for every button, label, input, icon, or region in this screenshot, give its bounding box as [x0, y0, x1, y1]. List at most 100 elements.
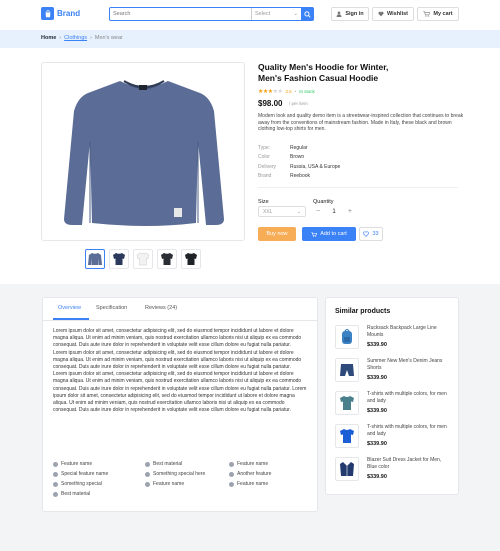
- hoodie-image: [64, 80, 224, 226]
- check-icon: [53, 481, 58, 487]
- product-main-image[interactable]: [41, 62, 245, 241]
- quantity-value[interactable]: 1: [332, 209, 335, 215]
- product-specs: Type: Regular Color Brown Delivery Russia, …: [258, 143, 340, 181]
- spec-key: Brand: [258, 173, 272, 180]
- chevron-down-icon: ⌄: [293, 11, 298, 17]
- thumbnail-shirt-image: [136, 252, 150, 266]
- size-value: XXL: [263, 208, 273, 215]
- add-to-cart-label: Add to cart: [320, 231, 347, 237]
- search-category-select[interactable]: Select ⌄: [251, 8, 301, 20]
- breadcrumb-home[interactable]: Home: [41, 35, 56, 41]
- thumbnail-shirt-image: [161, 253, 173, 265]
- product-thumbnail[interactable]: [109, 249, 129, 269]
- cart-button[interactable]: My cart: [417, 7, 459, 21]
- wishlist-add-button[interactable]: 33: [359, 227, 383, 241]
- plus-icon[interactable]: +: [348, 208, 352, 215]
- spec-key: Color: [258, 154, 270, 161]
- feature-label: Something special here: [153, 471, 206, 477]
- check-icon: [229, 481, 234, 487]
- size-select[interactable]: XXL ⌄: [258, 206, 306, 217]
- similar-product-price: $339.90: [367, 375, 387, 381]
- feature-label: Something special: [61, 481, 102, 487]
- check-icon: [53, 471, 58, 477]
- search-icon: [303, 10, 311, 18]
- product-description: Modern look and quality demo item is a s…: [258, 113, 464, 132]
- spec-row: Delivery Russia, USA & Europe: [258, 162, 340, 172]
- product-title: Quality Men's Hoodie for Winter, Men's F…: [258, 62, 418, 84]
- feature-item: Feature name: [229, 481, 268, 487]
- breadcrumb-current: Men's wear: [94, 35, 123, 41]
- spec-value: Russia, USA & Europe: [290, 163, 341, 170]
- brand-name: Brand: [57, 9, 81, 18]
- wishlist-button[interactable]: Wishlist: [372, 7, 414, 21]
- similar-product-price: $339.90: [367, 408, 387, 414]
- user-icon: [336, 11, 342, 17]
- overview-text: Lorem ipsum dolor sit amet, consectetur …: [53, 328, 309, 414]
- overview-paragraph: Lorem ipsum dolor sit amet, consectetur …: [53, 349, 302, 371]
- divider: [258, 187, 458, 188]
- similar-product-name: Blazer Suit Dress Jacket for Men, Blue c…: [367, 457, 442, 470]
- feature-label: Feature name: [153, 481, 185, 487]
- stock-status: In stock: [299, 89, 315, 94]
- add-to-cart-button[interactable]: Add to cart: [302, 227, 356, 241]
- thumbnail-shirt-image: [88, 253, 102, 265]
- minus-icon[interactable]: −: [316, 208, 320, 215]
- bag-icon: [41, 7, 54, 20]
- similar-product-item[interactable]: T-shirts with multiple colors, for men a…: [335, 424, 455, 454]
- feature-item: Feature name: [53, 461, 92, 467]
- price-unit: / per item: [289, 101, 308, 106]
- feature-item: Feature name: [229, 461, 268, 467]
- brand-logo[interactable]: Brand: [41, 7, 80, 20]
- spec-row: Color Brown: [258, 153, 340, 163]
- thumbnail-shirt-image: [185, 253, 197, 265]
- check-icon: [53, 491, 58, 497]
- spec-value: Brown: [290, 154, 305, 161]
- backpack-image: [335, 325, 359, 349]
- feature-label: Special feature name: [61, 471, 109, 477]
- star-rating-icon: ★★★★★: [258, 89, 283, 95]
- cart-icon: [423, 11, 431, 17]
- rating-value: 3.5: [285, 89, 292, 94]
- spec-row: Type: Regular: [258, 143, 340, 153]
- shorts-image: [335, 358, 359, 382]
- similar-product-item[interactable]: Rucksack Backpack Large Line Mounts $339…: [335, 325, 455, 355]
- check-icon: [229, 471, 234, 477]
- spec-value: Regular: [290, 144, 308, 151]
- cart-label: My cart: [433, 11, 453, 17]
- search-button[interactable]: [301, 8, 313, 20]
- tab-reviews[interactable]: Reviews (24): [145, 305, 177, 311]
- blazer-image: [335, 457, 359, 481]
- check-icon: [145, 481, 150, 487]
- overview-paragraph: Lorem ipsum dolor sit amet, consectetur …: [53, 328, 302, 349]
- similar-product-item[interactable]: T-shirts with multiple colors, for men a…: [335, 391, 455, 421]
- similar-product-name: T-shirts with multiple colors, for men a…: [367, 424, 447, 437]
- signin-button[interactable]: Sign in: [331, 7, 369, 21]
- check-icon: [229, 461, 234, 467]
- check-icon: [53, 461, 58, 467]
- tshirt-image: [335, 424, 359, 448]
- product-thumbnail[interactable]: [85, 249, 105, 269]
- product-thumbnail[interactable]: [181, 249, 201, 269]
- similar-product-item[interactable]: Blazer Suit Dress Jacket for Men, Blue c…: [335, 457, 455, 487]
- product-thumbnail[interactable]: [133, 249, 153, 269]
- quantity-stepper: − 1 +: [313, 206, 355, 217]
- buy-now-button[interactable]: Buy now: [258, 227, 296, 241]
- active-tab-indicator: [53, 318, 89, 320]
- feature-item: Another feature: [229, 471, 271, 477]
- breadcrumb-category[interactable]: Clothings: [64, 35, 87, 41]
- spec-key: Delivery: [258, 163, 277, 170]
- search-category-value: Select: [255, 11, 271, 17]
- size-label: Size: [258, 199, 269, 205]
- spec-row: Brand Reebook: [258, 172, 340, 182]
- rating-row: ★★★★★ 3.5 • In stock: [258, 88, 315, 95]
- search-input[interactable]: [110, 8, 251, 20]
- check-icon: [145, 471, 150, 477]
- tab-specification[interactable]: Specification: [96, 305, 127, 311]
- similar-product-item[interactable]: Summer New Men's Denim Jeans Shorts $339…: [335, 358, 455, 388]
- similar-products-title: Similar products: [335, 308, 391, 315]
- tab-overview[interactable]: Overview: [58, 305, 81, 311]
- feature-label: Another feature: [237, 471, 272, 477]
- similar-product-name: T-shirts with multiple colors, for men a…: [367, 391, 447, 404]
- product-thumbnail[interactable]: [157, 249, 177, 269]
- breadcrumb-separator: ›: [59, 35, 62, 41]
